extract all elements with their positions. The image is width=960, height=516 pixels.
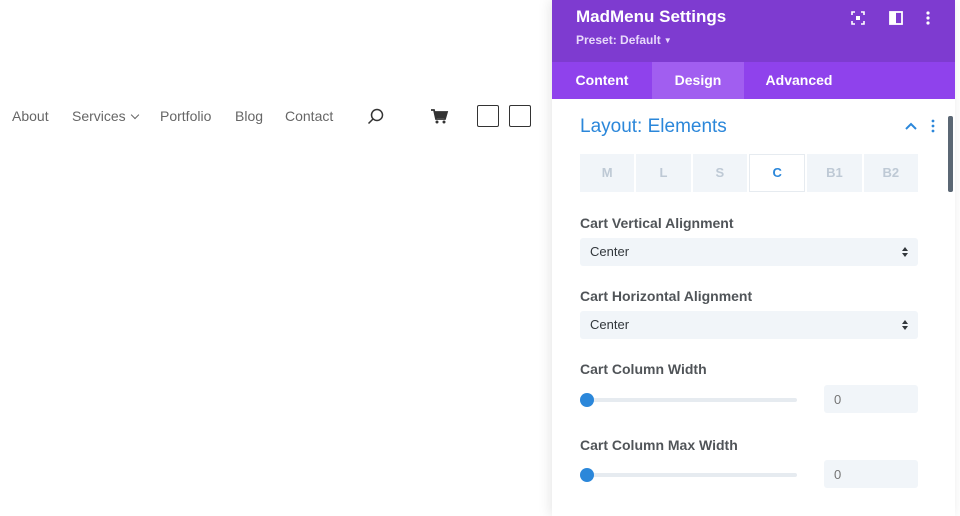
search-icon[interactable]	[366, 107, 386, 127]
nav-link-about[interactable]: About	[12, 100, 49, 132]
chevron-down-icon	[130, 110, 139, 120]
nav-link-services-label: Services	[72, 108, 126, 124]
panel-body: Layout: Elements M L S C B1 B2 Cart Vert…	[552, 99, 955, 516]
select-value: Center	[590, 317, 630, 332]
panel-tabs: Content Design Advanced	[552, 62, 955, 99]
slider-handle[interactable]	[580, 393, 594, 407]
square-icon[interactable]	[509, 105, 531, 127]
cart-column-width-input[interactable]	[824, 385, 918, 413]
chevron-up-icon[interactable]	[904, 121, 918, 131]
panel-header: MadMenu Settings Preset: Default ▼	[552, 0, 955, 62]
tab-advanced[interactable]: Advanced	[744, 62, 854, 99]
cart-vertical-alignment-label: Cart Vertical Alignment	[580, 215, 734, 231]
device-tab-l[interactable]: L	[636, 154, 691, 192]
select-arrows-icon	[902, 247, 908, 257]
cart-column-max-width-label: Cart Column Max Width	[580, 437, 738, 453]
device-tab-b1[interactable]: B1	[807, 154, 862, 192]
split-view-icon[interactable]	[888, 10, 904, 26]
tab-design[interactable]: Design	[652, 62, 744, 99]
nav-link-contact[interactable]: Contact	[285, 100, 333, 132]
section-title[interactable]: Layout: Elements	[580, 116, 727, 138]
nav-link-blog[interactable]: Blog	[235, 100, 263, 132]
cart-horizontal-alignment-label: Cart Horizontal Alignment	[580, 288, 753, 304]
device-tabs: M L S C B1 B2	[580, 154, 918, 192]
slider-handle[interactable]	[580, 468, 594, 482]
cart-icon[interactable]	[430, 107, 450, 127]
device-tab-m[interactable]: M	[580, 154, 635, 192]
cart-horizontal-alignment-select[interactable]: Center	[580, 311, 918, 339]
select-arrows-icon	[902, 320, 908, 330]
device-tab-s[interactable]: S	[692, 154, 747, 192]
cart-column-width-slider[interactable]	[587, 398, 797, 402]
nav-link-portfolio[interactable]: Portfolio	[160, 100, 211, 132]
preset-label: Preset: Default	[576, 33, 661, 47]
device-tab-c[interactable]: C	[748, 154, 806, 192]
tab-content[interactable]: Content	[552, 62, 652, 99]
nav-link-services[interactable]: Services	[72, 100, 139, 132]
panel-scrollbar[interactable]	[948, 116, 953, 192]
select-value: Center	[590, 244, 630, 259]
more-vertical-icon[interactable]	[920, 10, 936, 26]
settings-panel: MadMenu Settings Preset: Default ▼ Conten…	[552, 0, 955, 516]
cart-vertical-alignment-select[interactable]: Center	[580, 238, 918, 266]
cart-column-max-width-input[interactable]	[824, 460, 918, 488]
preset-selector[interactable]: Preset: Default ▼	[576, 33, 672, 47]
panel-title: MadMenu Settings	[576, 7, 727, 26]
cart-column-width-label: Cart Column Width	[580, 361, 707, 377]
caret-down-icon: ▼	[663, 36, 672, 45]
more-vertical-icon[interactable]	[930, 119, 936, 133]
device-tab-b2[interactable]: B2	[863, 154, 918, 192]
square-icon[interactable]	[477, 105, 499, 127]
page: About Services Portfolio Blog Contact Ma…	[0, 0, 960, 516]
cart-column-max-width-slider[interactable]	[587, 473, 797, 477]
expand-icon[interactable]	[850, 10, 866, 26]
